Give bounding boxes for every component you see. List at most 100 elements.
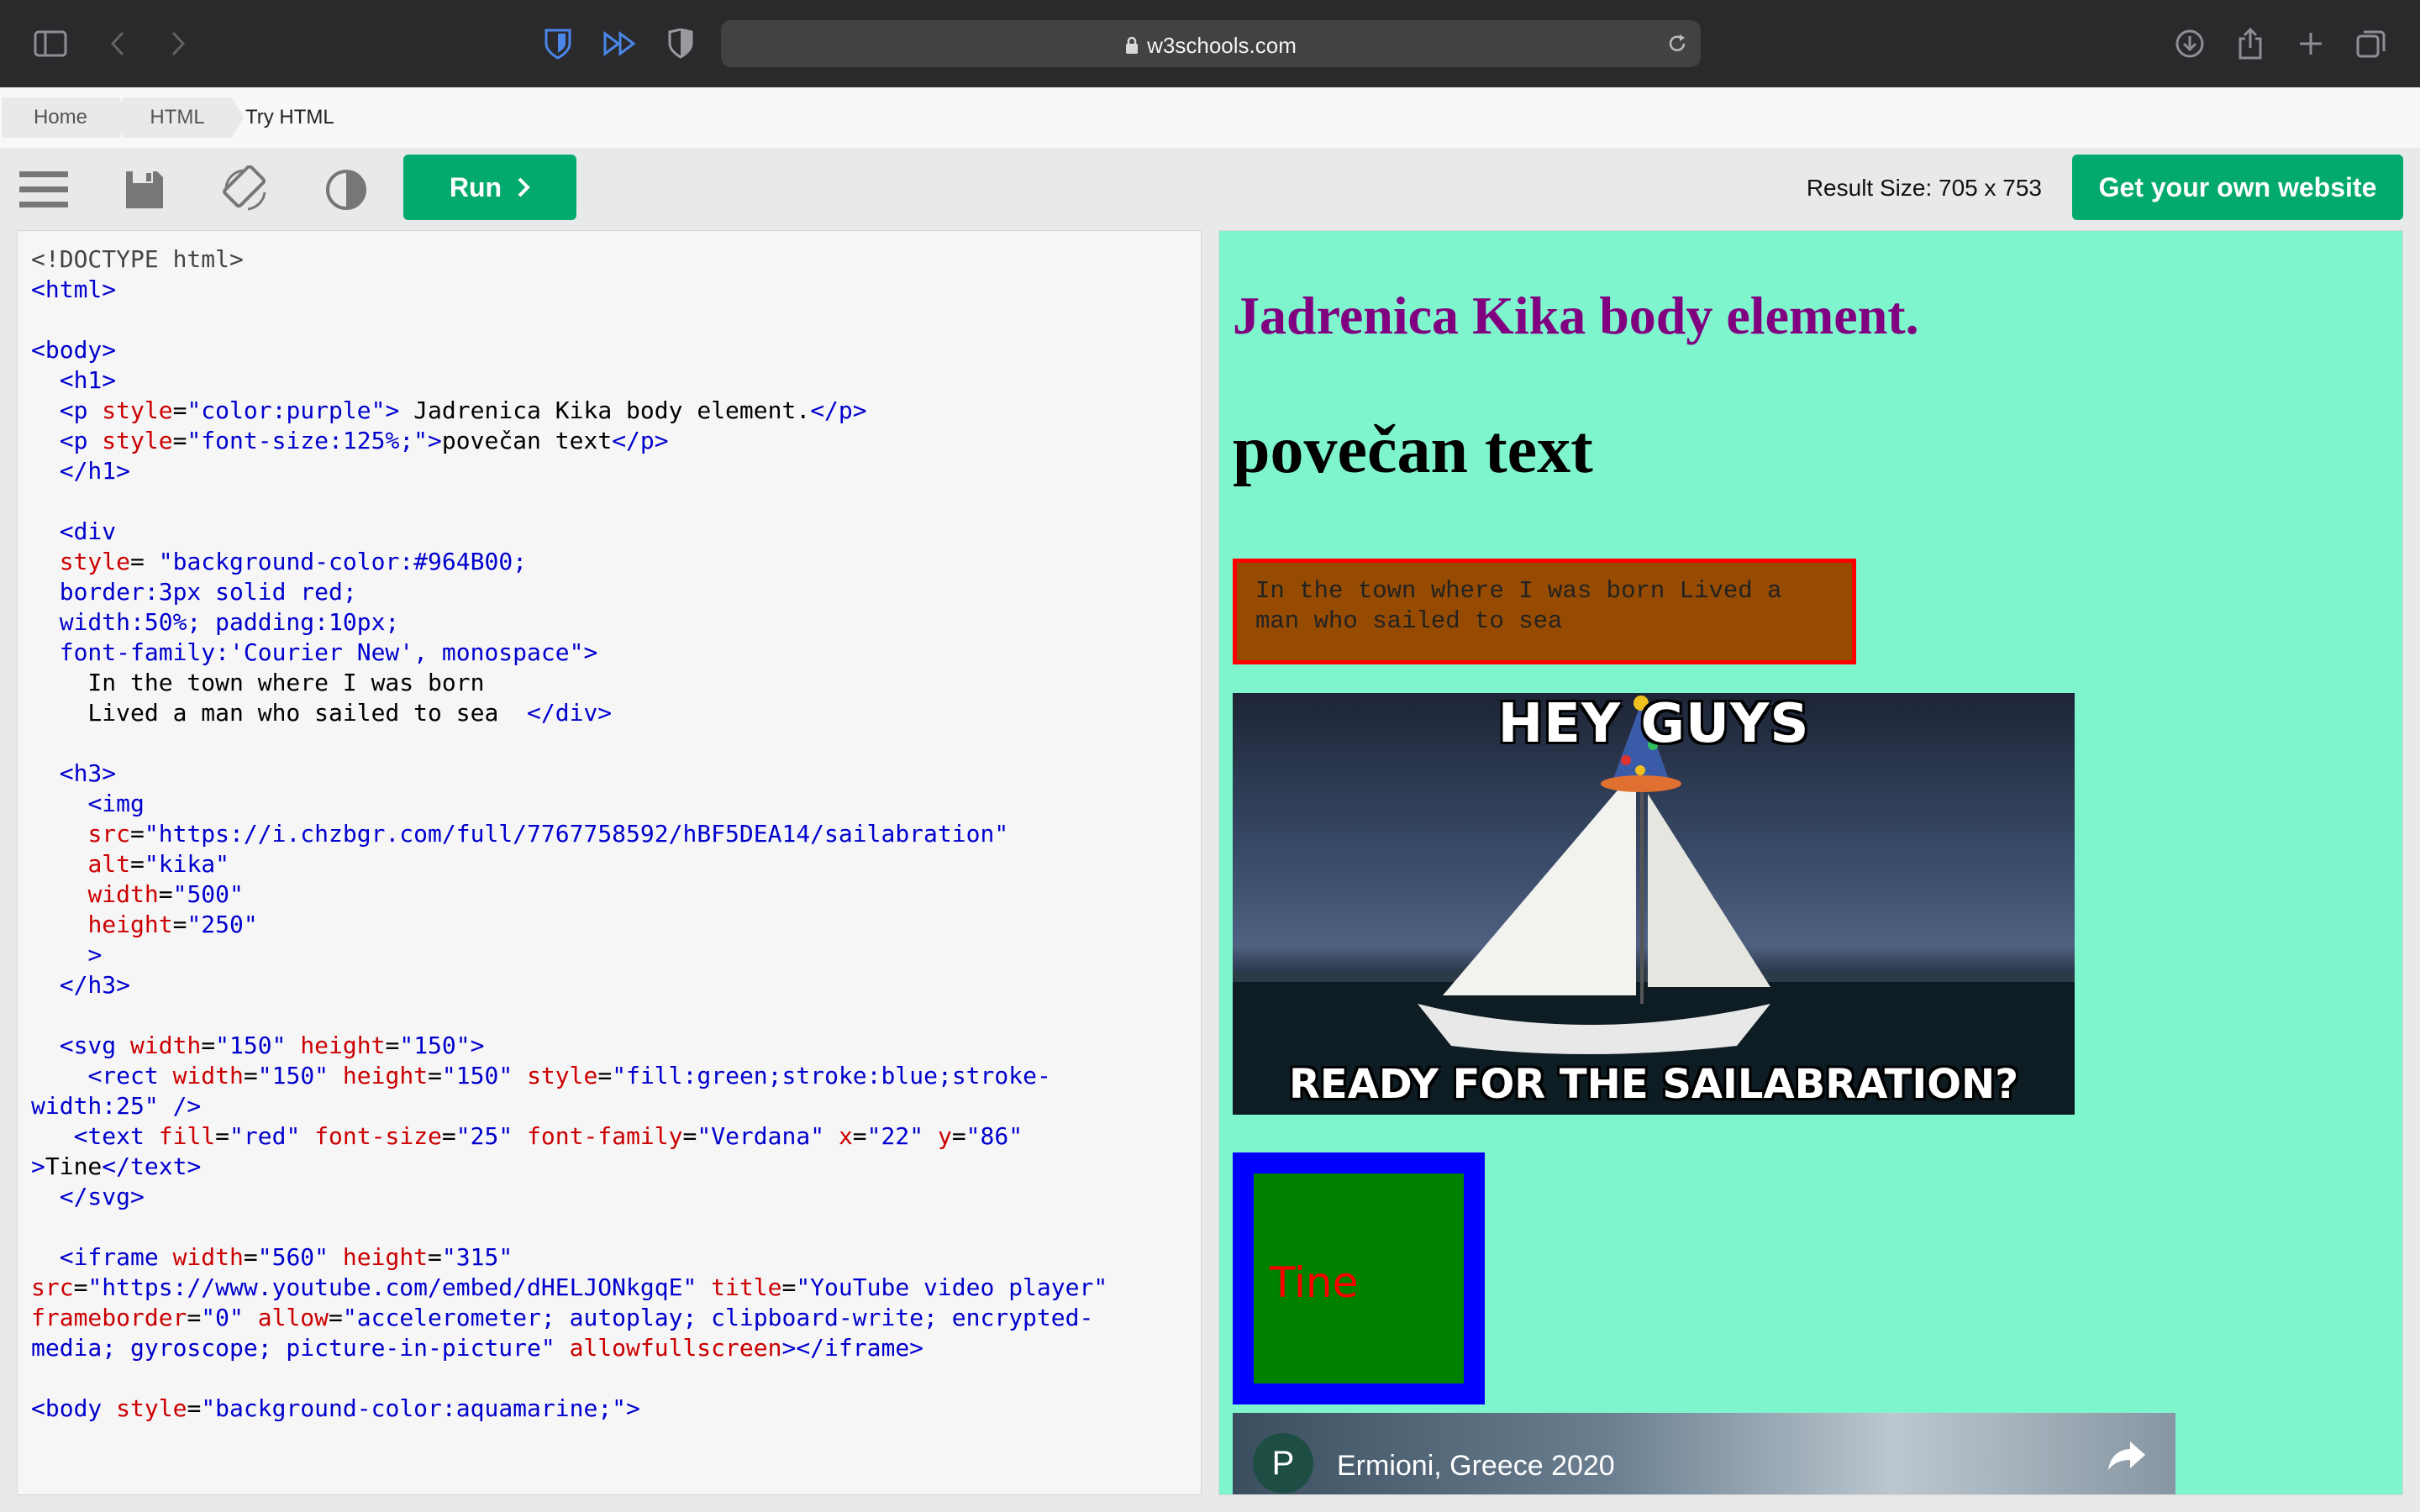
code-content[interactable]: <!DOCTYPE html> <html> <body> <h1> <p sty… — [31, 244, 1107, 1424]
breadcrumb-current: Try HTML — [245, 106, 334, 129]
code-line[interactable] — [31, 1363, 1107, 1394]
reload-icon[interactable] — [1665, 32, 1689, 60]
save-icon[interactable] — [119, 165, 170, 215]
code-line[interactable]: width:50%; padding:10px; — [31, 607, 1107, 638]
code-token: <text — [73, 1122, 159, 1150]
code-token: = — [385, 1032, 400, 1059]
code-line[interactable]: frameborder="0" allow="accelerometer; au… — [31, 1303, 1107, 1333]
code-line[interactable]: </svg> — [31, 1182, 1107, 1212]
code-line[interactable]: <html> — [31, 275, 1107, 305]
green-square-svg: Tine — [1233, 1152, 1485, 1404]
code-line[interactable] — [31, 1212, 1107, 1242]
breadcrumb-html[interactable]: HTML — [123, 97, 232, 138]
downloads-icon[interactable] — [2171, 25, 2208, 62]
meme-top-text: HEY GUYS — [1497, 693, 1810, 755]
new-tab-icon[interactable] — [2292, 25, 2329, 62]
code-line[interactable]: </h1> — [31, 456, 1107, 486]
code-line[interactable]: <body style="background-color:aquamarine… — [31, 1394, 1107, 1424]
breadcrumb-home[interactable]: Home — [2, 97, 119, 138]
code-line[interactable]: height="250" — [31, 910, 1107, 940]
code-token: = — [130, 548, 159, 575]
code-line[interactable]: border:3px solid red; — [31, 577, 1107, 607]
forward-icon[interactable] — [160, 25, 197, 62]
code-token: <body — [31, 1394, 117, 1422]
code-line[interactable]: > — [31, 940, 1107, 970]
back-icon[interactable] — [99, 25, 136, 62]
code-line[interactable] — [31, 728, 1107, 759]
code-token: <body> — [31, 336, 117, 364]
video-title[interactable]: Ermioni, Greece 2020 — [1337, 1450, 1615, 1483]
code-token: /> — [172, 1092, 202, 1120]
code-token: = — [130, 820, 145, 848]
code-line[interactable]: <h1> — [31, 365, 1107, 396]
youtube-embed[interactable]: P Ermioni, Greece 2020 — [1233, 1413, 2175, 1494]
code-line[interactable]: <img — [31, 789, 1107, 819]
code-line[interactable]: width:25" /> — [31, 1091, 1107, 1121]
code-line[interactable]: <p style="font-size:125%;">povečan text<… — [31, 426, 1107, 456]
code-token: > — [428, 427, 442, 454]
code-line[interactable]: <iframe width="560" height="315" — [31, 1242, 1107, 1273]
code-line[interactable]: width="500" — [31, 879, 1107, 910]
code-line[interactable]: <rect width="150" height="150" style="fi… — [31, 1061, 1107, 1091]
share-arrow-icon[interactable] — [2107, 1438, 2147, 1476]
tab-overview-icon[interactable] — [2353, 25, 2390, 62]
code-token: width — [130, 1032, 202, 1059]
sidebar-toggle-icon[interactable] — [32, 25, 69, 62]
get-your-own-website-button[interactable]: Get your own website — [2072, 155, 2403, 220]
code-line[interactable]: src="https://www.youtube.com/embed/dHELJ… — [31, 1273, 1107, 1303]
channel-avatar[interactable]: P — [1253, 1433, 1313, 1494]
code-token: y — [937, 1122, 952, 1150]
code-line[interactable]: <body> — [31, 335, 1107, 365]
code-line[interactable]: <svg width="150" height="150"> — [31, 1031, 1107, 1061]
code-token: frameborder — [31, 1304, 187, 1331]
code-token: </text> — [102, 1152, 202, 1180]
code-token: "150" — [215, 1032, 287, 1059]
code-line[interactable]: Lived a man who sailed to sea </div> — [31, 698, 1107, 728]
code-token: font-family:'Courier New', monospace" — [31, 638, 584, 666]
privacy-shield-icon[interactable] — [662, 25, 699, 62]
code-line[interactable]: <!DOCTYPE html> — [31, 244, 1107, 275]
code-line[interactable] — [31, 486, 1107, 517]
code-token: <img — [87, 790, 145, 817]
code-line[interactable]: <text fill="red" font-size="25" font-fam… — [31, 1121, 1107, 1152]
code-line[interactable] — [31, 305, 1107, 335]
rotate-orientation-icon[interactable] — [220, 165, 271, 215]
code-line[interactable]: <p style="color:purple"> Jadrenica Kika … — [31, 396, 1107, 426]
menu-icon[interactable] — [18, 165, 69, 215]
fast-forward-extension-icon[interactable] — [602, 25, 639, 62]
code-token: style — [527, 1062, 598, 1089]
code-line[interactable]: font-family:'Courier New', monospace"> — [31, 638, 1107, 668]
share-icon[interactable] — [2232, 25, 2269, 62]
code-line[interactable]: style= "background-color:#964B00; — [31, 547, 1107, 577]
code-line[interactable]: </h3> — [31, 970, 1107, 1000]
code-editor[interactable]: <!DOCTYPE html> <html> <body> <h1> <p sty… — [17, 230, 1202, 1495]
url-text: w3schools.com — [1147, 33, 1297, 58]
code-token: width — [172, 1062, 244, 1089]
code-token: style — [102, 396, 173, 424]
code-line[interactable]: src="https://i.chzbgr.com/full/776775859… — [31, 819, 1107, 849]
code-line[interactable]: alt="kika" — [31, 849, 1107, 879]
code-token: > — [385, 396, 400, 424]
code-token: style — [102, 427, 173, 454]
code-line[interactable]: >Tine</text> — [31, 1152, 1107, 1182]
address-bar[interactable]: w3schools.com — [721, 20, 1701, 67]
code-token: "font-size:125%;" — [187, 427, 429, 454]
code-token: "background-color:aquamarine;" — [201, 1394, 627, 1422]
code-token: <h3> — [59, 759, 117, 787]
code-line[interactable]: media; gyroscope; picture-in-picture" al… — [31, 1333, 1107, 1363]
code-line[interactable] — [31, 1000, 1107, 1031]
run-label: Run — [449, 171, 502, 202]
bitwarden-extension-icon[interactable] — [539, 25, 576, 62]
code-line[interactable]: <h3> — [31, 759, 1107, 789]
code-line[interactable]: <div — [31, 517, 1107, 547]
contrast-theme-icon[interactable] — [321, 165, 371, 215]
run-button[interactable]: Run — [403, 155, 576, 220]
code-line[interactable]: In the town where I was born — [31, 668, 1107, 698]
